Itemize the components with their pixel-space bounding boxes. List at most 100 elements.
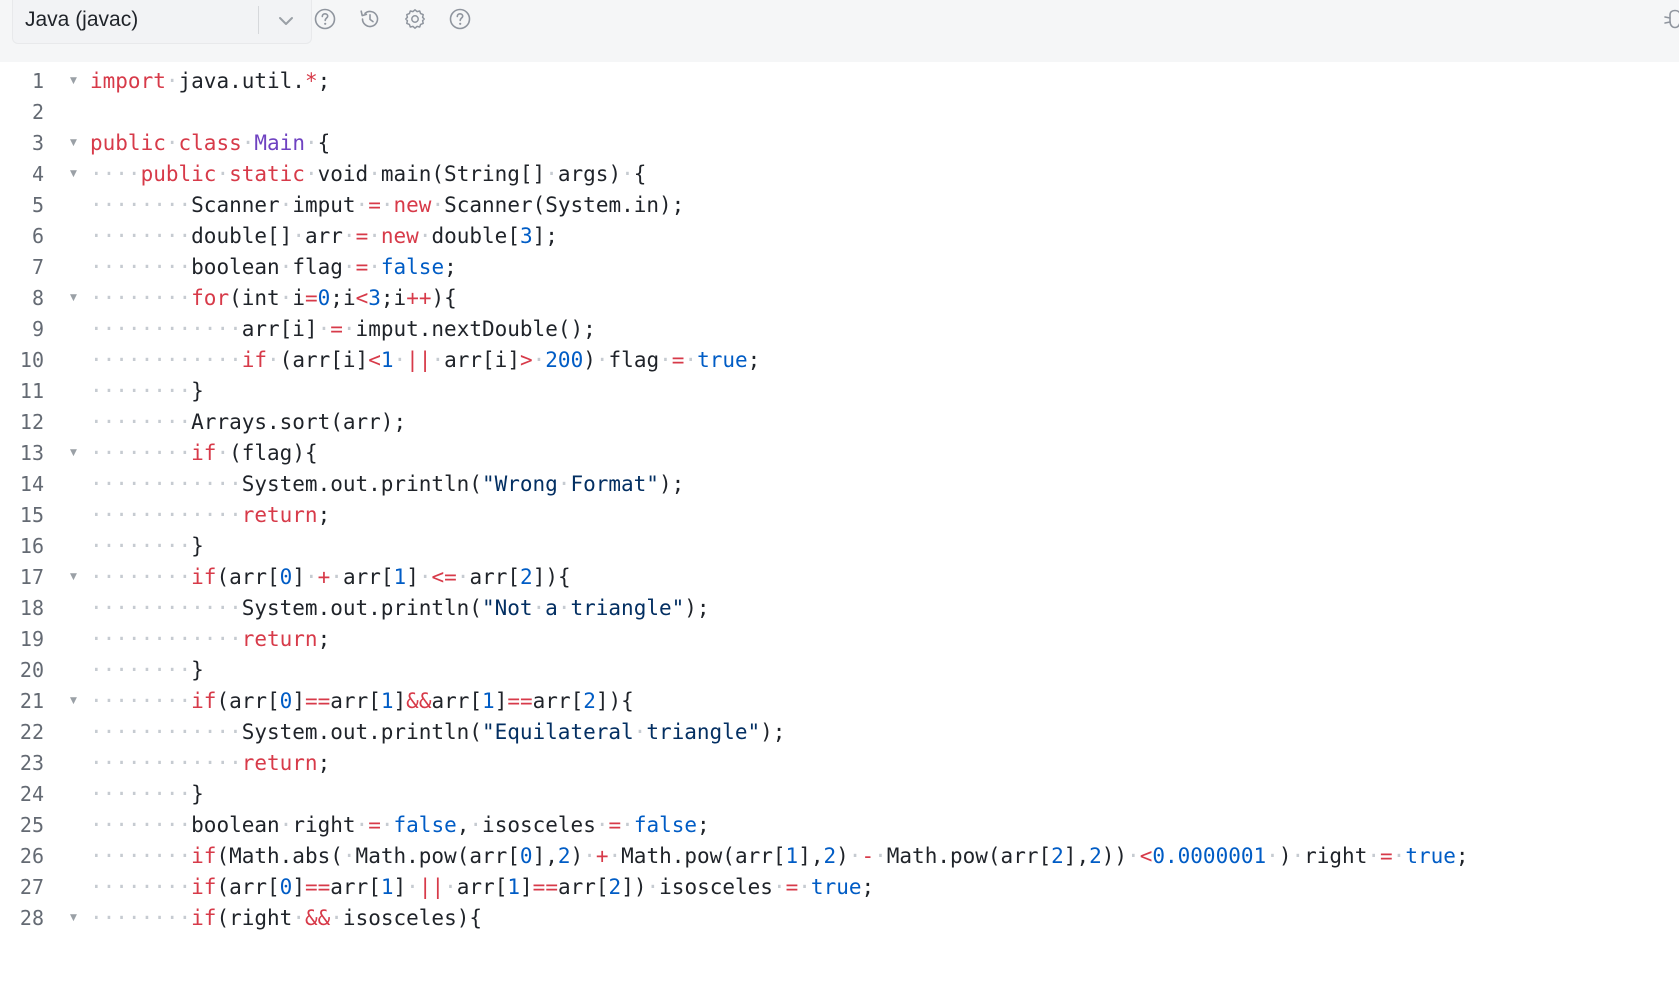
code-text: ········if(arr[0]==arr[1]·||·arr[1]==arr… (90, 872, 874, 903)
line-number: 20 (19, 658, 44, 682)
fold-arrow-icon[interactable]: ▼ (70, 66, 77, 97)
code-token: · (279, 193, 293, 217)
line-number: 16 (19, 534, 44, 558)
code-text: ········} (90, 531, 204, 562)
code-line[interactable]: 3 ▼ public·class·Main·{ (0, 128, 1679, 159)
code-token: 2 (583, 689, 596, 713)
code-token: ; (861, 875, 875, 899)
code-token: ········ (90, 441, 192, 465)
code-line[interactable]: 25 ········boolean·right·=·false,·isoscel… (0, 810, 1679, 841)
code-line[interactable]: 11 ········} (0, 376, 1679, 407)
line-number: 3 (31, 131, 44, 155)
settings-icon[interactable] (403, 7, 427, 31)
fold-arrow-icon[interactable]: ▼ (70, 159, 77, 190)
code-line[interactable]: 27 ········if(arr[0]==arr[1]·||·arr[1]==a… (0, 872, 1679, 903)
code-line[interactable]: 19 ············return; (0, 624, 1679, 655)
code-line[interactable]: 16 ········} (0, 531, 1679, 562)
code-token: 0 (279, 689, 293, 713)
code-line[interactable]: 6 ········double[]·arr·=·new·double[3]; (0, 221, 1679, 252)
code-line[interactable]: 13 ▼ ········if·(flag){ (0, 438, 1679, 469)
code-line[interactable]: 24 ········} (0, 779, 1679, 810)
code-token: new (380, 224, 419, 248)
code-token: ; (317, 751, 331, 775)
code-line[interactable]: 14 ············System.out.println("Wrong·… (0, 469, 1679, 500)
fold-arrow-icon[interactable]: ▼ (70, 438, 77, 469)
code-token: · (431, 193, 445, 217)
code-line[interactable]: 23 ············return; (0, 748, 1679, 779)
code-line[interactable]: 21 ▼ ········if(arr[0]==arr[1]&&arr[1]==ar… (0, 686, 1679, 717)
code-token: imput (292, 193, 356, 217)
code-token: if (241, 348, 268, 372)
code-line[interactable]: 28 ▼ ········if(right·&&·isosceles){ (0, 903, 1679, 934)
code-line[interactable]: 15 ············return; (0, 500, 1679, 531)
fold-arrow-icon[interactable]: ▼ (70, 686, 77, 717)
code-line[interactable]: 12 ········Arrays.sort(arr); (0, 407, 1679, 438)
line-number: 6 (31, 224, 44, 248)
code-token: = (355, 224, 369, 248)
code-line[interactable]: 5 ········Scanner·imput·=·new·Scanner(Sys… (0, 190, 1679, 221)
code-token: false (393, 813, 457, 837)
code-token: · (1266, 844, 1279, 868)
code-token: true (1405, 844, 1456, 868)
code-token: · (279, 286, 293, 310)
code-line[interactable]: 1 ▼ import·java.util.*; (0, 66, 1679, 97)
fold-arrow-icon[interactable]: ▼ (70, 128, 77, 159)
code-line[interactable]: 20 ········} (0, 655, 1679, 686)
help-circle-icon[interactable] (313, 7, 337, 31)
bug-icon[interactable] (1662, 6, 1679, 32)
fold-arrow-icon[interactable]: ▼ (70, 562, 77, 593)
code-token: · (1127, 844, 1140, 868)
code-token: ] (406, 565, 419, 589)
code-token: if (191, 441, 217, 465)
code-token: i (292, 286, 305, 310)
code-line[interactable]: 7 ········boolean·flag·=·false; (0, 252, 1679, 283)
history-icon[interactable] (358, 7, 382, 31)
code-token: 3 (368, 286, 381, 310)
code-token: (arr[ (216, 875, 280, 899)
code-line[interactable]: 17 ▼ ········if(arr[0]·+·arr[1]·<=·arr[2])… (0, 562, 1679, 593)
code-token: if (191, 844, 217, 868)
code-token: < (355, 286, 369, 310)
line-number: 2 (31, 100, 44, 124)
code-token: ){ (431, 286, 457, 310)
code-token: ]; (532, 224, 558, 248)
line-number: 25 (19, 813, 44, 837)
code-line[interactable]: 18 ············System.out.println("Not·a·… (0, 593, 1679, 624)
code-text: ····public·static·void·main(String[]·arg… (90, 159, 646, 190)
code-token: System.out.println( (241, 596, 482, 620)
code-token: · (772, 875, 786, 899)
code-token: 1 (482, 689, 495, 713)
code-token: Format" (570, 472, 659, 496)
code-line[interactable]: 22 ············System.out.println("Equila… (0, 717, 1679, 748)
code-token: ········ (90, 534, 192, 558)
fold-arrow-icon[interactable]: ▼ (70, 903, 77, 934)
code-line[interactable]: 8 ▼ ········for(int·i=0;i<3;i++){ (0, 283, 1679, 314)
line-number: 28 (19, 906, 44, 930)
fold-arrow-icon[interactable]: ▼ (70, 283, 77, 314)
code-line[interactable]: 4 ▼ ····public·static·void·main(String[]·a… (0, 159, 1679, 190)
code-token: · (368, 224, 381, 248)
code-token: · (165, 69, 179, 93)
code-token: · (1392, 844, 1406, 868)
question-icon[interactable] (448, 7, 472, 31)
code-token: · (659, 348, 672, 372)
code-line[interactable]: 9 ············arr[i]·=·imput.nextDouble()… (0, 314, 1679, 345)
code-token: "Wrong (481, 472, 558, 496)
code-token: if (191, 565, 217, 589)
code-token: ;i (380, 286, 407, 310)
code-token: } (191, 379, 204, 403)
code-line[interactable]: 2 (0, 97, 1679, 128)
language-select[interactable]: Java (javac) (12, 0, 312, 44)
code-text: ········if(right·&&·isosceles){ (90, 903, 482, 934)
chevron-down-icon[interactable] (275, 10, 297, 32)
code-token: 0 (279, 565, 293, 589)
code-text: ············return; (90, 748, 330, 779)
code-token: arr[ (456, 875, 508, 899)
code-token: } (191, 782, 204, 806)
code-editor[interactable]: 1 ▼ import·java.util.*; 2 3 ▼ public·class·Mai… (0, 62, 1679, 988)
language-select-value: Java (javac) (25, 8, 139, 31)
code-line[interactable]: 26 ········if(Math.abs(·Math.pow(arr[0],2… (0, 841, 1679, 872)
line-number: 14 (19, 472, 44, 496)
code-line[interactable]: 10 ············if·(arr[i]<1·||·arr[i]>·20… (0, 345, 1679, 376)
code-token: (right (216, 906, 293, 930)
